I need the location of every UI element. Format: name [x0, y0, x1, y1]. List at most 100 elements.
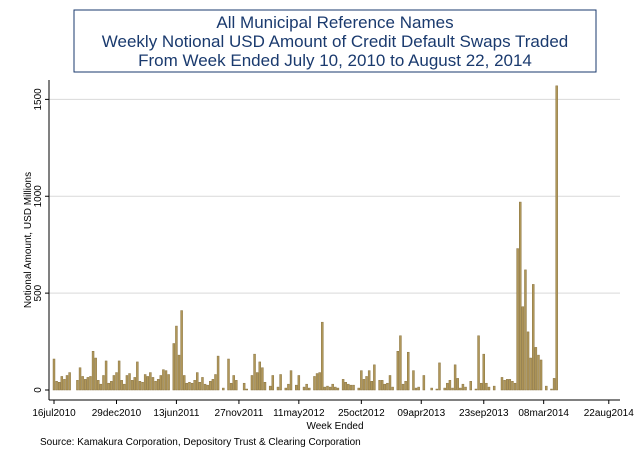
bar [232, 375, 235, 391]
bar [508, 379, 512, 391]
bar [537, 354, 540, 391]
bar [183, 375, 186, 391]
bar [448, 380, 452, 391]
bar [229, 382, 233, 391]
bar [302, 386, 306, 391]
bar [477, 335, 480, 391]
bar [360, 370, 363, 391]
bar [65, 375, 69, 391]
bar [107, 382, 110, 391]
source-note: Source: Kamakura Corporation, Depository… [40, 437, 361, 448]
bar [347, 383, 350, 391]
bar [222, 387, 225, 391]
bar [250, 375, 254, 391]
bar [94, 357, 97, 391]
y-ticks: 0 500 1000 1500 [33, 88, 49, 393]
bar [201, 377, 204, 391]
bar [308, 387, 311, 391]
bar [318, 372, 321, 391]
bar [63, 379, 66, 391]
bar [97, 380, 100, 391]
bar [279, 374, 282, 391]
bar [492, 385, 496, 391]
bar [128, 373, 131, 391]
bar [443, 387, 446, 391]
bar [263, 382, 267, 391]
bar [55, 381, 58, 391]
x-tick-label: 09apr2013 [397, 408, 445, 419]
bar [365, 376, 368, 391]
bar [99, 383, 103, 391]
bar [529, 357, 532, 391]
bar [464, 386, 467, 391]
bar [362, 379, 366, 391]
bars [52, 85, 558, 391]
bar [258, 361, 261, 391]
bar [284, 387, 288, 391]
bar [149, 372, 152, 391]
bar [321, 321, 324, 391]
bar [117, 360, 121, 391]
y-tick-label: 1500 [33, 88, 44, 111]
bar [469, 381, 472, 391]
bar [227, 358, 230, 391]
bar [399, 335, 402, 391]
bar [396, 351, 400, 391]
title-line-1: All Municipal Reference Names [216, 13, 453, 32]
bar [120, 380, 123, 391]
bar [479, 382, 483, 391]
bar [352, 384, 355, 391]
bar [154, 381, 157, 391]
x-ticks: 16jul2010 29dec2010 13jun2011 27nov2011 11ma… [32, 400, 634, 419]
bar [91, 351, 95, 391]
bar [417, 386, 420, 391]
bar [151, 377, 155, 391]
bar [162, 369, 165, 391]
bar [511, 381, 514, 391]
bar [524, 269, 527, 391]
bar [185, 382, 189, 391]
bar [112, 375, 116, 391]
chart: All Municipal Reference Names Weekly Not… [23, 9, 634, 448]
bar [323, 386, 327, 391]
bar [180, 310, 183, 391]
bar [146, 376, 149, 391]
bar [526, 331, 530, 391]
bar [86, 377, 90, 391]
title-line-2: Weekly Notional USD Amount of Credit Def… [102, 32, 568, 51]
x-tick-label: 16jul2010 [32, 408, 76, 419]
x-tick-label: 23sep2013 [459, 408, 509, 419]
bar [245, 388, 248, 391]
y-tick-label: 1000 [33, 185, 44, 208]
bar [196, 372, 199, 391]
bar [357, 387, 360, 391]
bar [172, 343, 176, 391]
bar [76, 380, 79, 391]
bar [193, 380, 196, 391]
bar [216, 355, 220, 391]
bar [253, 353, 256, 391]
x-tick-label: 29dec2010 [92, 408, 142, 419]
bar [261, 367, 264, 391]
bar [133, 377, 136, 391]
bar [328, 386, 332, 391]
bar [503, 380, 506, 391]
bar [214, 374, 217, 391]
bar [115, 372, 118, 391]
bar [386, 382, 389, 391]
x-tick-label: 27nov2011 [215, 408, 264, 419]
bar [383, 383, 387, 391]
bar [136, 361, 139, 391]
bar [344, 382, 347, 391]
bar [255, 372, 259, 391]
bar [539, 359, 543, 391]
x-tick-label: 08mar2014 [518, 408, 569, 419]
bar [68, 372, 71, 391]
bar [289, 370, 293, 391]
bar [143, 374, 147, 391]
bar [373, 364, 376, 391]
bar [474, 388, 478, 391]
bar [485, 382, 488, 391]
bar [401, 383, 405, 391]
bar [552, 378, 556, 391]
